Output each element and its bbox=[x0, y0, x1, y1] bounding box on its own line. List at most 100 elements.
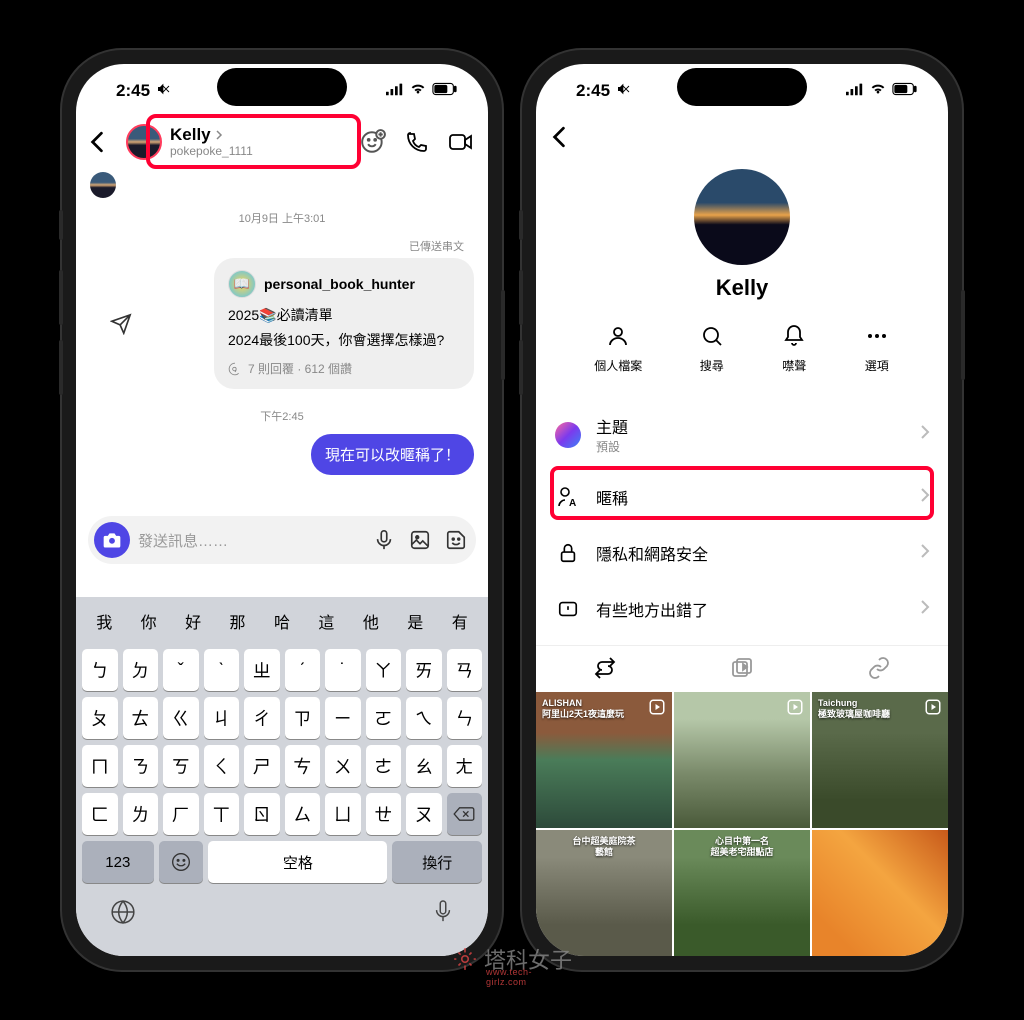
backspace-key[interactable] bbox=[447, 793, 483, 835]
suggestion[interactable]: 是 bbox=[393, 609, 437, 633]
media-label: ALISHAN 阿里山2天1夜這麼玩 bbox=[542, 698, 624, 720]
key[interactable]: ㄝ bbox=[366, 793, 402, 835]
suggestion[interactable]: 那 bbox=[215, 609, 259, 633]
key[interactable]: ㄆ bbox=[82, 697, 118, 739]
action-mute[interactable]: 噤聲 bbox=[781, 323, 807, 374]
key[interactable]: ㄗ bbox=[285, 697, 321, 739]
media-cell[interactable]: 心目中第一名 超美老宅甜點店 bbox=[674, 830, 810, 956]
list-item-theme[interactable]: 主題 預設 bbox=[536, 400, 948, 469]
key[interactable]: ㄑ bbox=[204, 745, 240, 787]
suggestion[interactable]: 好 bbox=[171, 609, 215, 633]
key[interactable]: ㄒ bbox=[204, 793, 240, 835]
dictation-icon[interactable] bbox=[432, 899, 454, 930]
emoji-key[interactable] bbox=[159, 841, 204, 883]
key[interactable]: ㄅ bbox=[82, 649, 118, 691]
media-cell[interactable]: 台中超美庭院茶藝館 bbox=[536, 830, 672, 956]
key[interactable]: ㄈ bbox=[82, 793, 118, 835]
dynamic-island bbox=[217, 68, 347, 106]
key[interactable]: ˋ bbox=[204, 649, 240, 691]
key[interactable]: ㄚ bbox=[366, 649, 402, 691]
call-icon[interactable] bbox=[404, 129, 430, 155]
image-icon[interactable] bbox=[408, 528, 432, 552]
tab-shared[interactable] bbox=[593, 656, 617, 680]
video-icon[interactable] bbox=[448, 129, 474, 155]
action-label: 選項 bbox=[865, 357, 889, 374]
key[interactable]: ㄐ bbox=[204, 697, 240, 739]
key[interactable]: ㄎ bbox=[163, 745, 199, 787]
key[interactable]: ㄘ bbox=[285, 745, 321, 787]
avatar bbox=[126, 124, 162, 160]
key[interactable]: ㄢ bbox=[447, 649, 483, 691]
media-tabs bbox=[536, 645, 948, 692]
key[interactable]: ˙ bbox=[325, 649, 361, 691]
wifi-icon bbox=[409, 81, 427, 101]
key[interactable]: ㄔ bbox=[244, 697, 280, 739]
sent-message[interactable]: 現在可以改暱稱了！ bbox=[311, 434, 474, 475]
shared-post[interactable]: 📖 personal_book_hunter 2025📚必讀清單 2024最後1… bbox=[214, 258, 474, 389]
action-options[interactable]: 選項 bbox=[864, 323, 890, 374]
camera-button[interactable] bbox=[94, 522, 130, 558]
key[interactable]: ㄠ bbox=[406, 745, 442, 787]
suggestion[interactable]: 有 bbox=[438, 609, 482, 633]
key[interactable]: ㄍ bbox=[163, 697, 199, 739]
key[interactable]: ㄉ bbox=[123, 649, 159, 691]
key[interactable]: ㄨ bbox=[325, 745, 361, 787]
media-cell[interactable]: ALISHAN 阿里山2天1夜這麼玩 bbox=[536, 692, 672, 828]
message-input[interactable]: 發送訊息…… bbox=[138, 530, 364, 551]
media-label: 心目中第一名 超美老宅甜點店 bbox=[710, 836, 773, 858]
key[interactable]: ㄞ bbox=[406, 649, 442, 691]
threads-icon bbox=[228, 362, 242, 376]
suggestion[interactable]: 哈 bbox=[260, 609, 304, 633]
sent-status: 已傳送串文 bbox=[100, 238, 464, 254]
key[interactable]: ㄊ bbox=[123, 697, 159, 739]
space-key[interactable]: 空格 bbox=[208, 841, 387, 883]
key[interactable]: ˊ bbox=[285, 649, 321, 691]
key[interactable]: ㄧ bbox=[325, 697, 361, 739]
return-key[interactable]: 換行 bbox=[392, 841, 482, 883]
reaction-icon[interactable] bbox=[360, 129, 386, 155]
number-key[interactable]: 123 bbox=[82, 841, 154, 883]
key[interactable]: ㄜ bbox=[366, 745, 402, 787]
suggestion[interactable]: 你 bbox=[126, 609, 170, 633]
tab-links[interactable] bbox=[867, 656, 891, 680]
avatar-tiny bbox=[90, 172, 116, 198]
key[interactable]: ㄇ bbox=[82, 745, 118, 787]
list-item-nickname[interactable]: A 暱稱 bbox=[536, 469, 948, 525]
key[interactable]: ˇ bbox=[163, 649, 199, 691]
key[interactable]: ㄓ bbox=[244, 649, 280, 691]
key[interactable]: ㄡ bbox=[406, 793, 442, 835]
profile-back[interactable] bbox=[536, 118, 948, 161]
media-cell[interactable] bbox=[674, 692, 810, 828]
lock-icon bbox=[554, 539, 582, 567]
list-item-privacy[interactable]: 隱私和網路安全 bbox=[536, 525, 948, 581]
media-grid: ALISHAN 阿里山2天1夜這麼玩 Taichung 極致玻璃屋咖啡廳 台中超… bbox=[536, 692, 948, 956]
key[interactable]: ㄤ bbox=[447, 745, 483, 787]
key[interactable]: ㄌ bbox=[123, 793, 159, 835]
action-search[interactable]: 搜尋 bbox=[699, 323, 725, 374]
suggestion[interactable]: 這 bbox=[304, 609, 348, 633]
media-cell[interactable] bbox=[812, 830, 948, 956]
key[interactable]: ㄟ bbox=[406, 697, 442, 739]
globe-icon[interactable] bbox=[110, 899, 136, 930]
chat-profile-header[interactable]: Kelly pokepoke_1111 bbox=[126, 124, 350, 160]
mic-icon[interactable] bbox=[372, 528, 396, 552]
tab-media[interactable] bbox=[730, 656, 754, 680]
list-item-report[interactable]: 有些地方出錯了 bbox=[536, 581, 948, 637]
key[interactable]: ㄏ bbox=[163, 793, 199, 835]
key[interactable]: ㄛ bbox=[366, 697, 402, 739]
back-button[interactable] bbox=[90, 131, 116, 153]
action-profile[interactable]: 個人檔案 bbox=[594, 323, 642, 374]
li-title: 有些地方出錯了 bbox=[596, 597, 906, 621]
profile-avatar[interactable] bbox=[694, 169, 790, 265]
media-cell[interactable]: Taichung 極致玻璃屋咖啡廳 bbox=[812, 692, 948, 828]
suggestion[interactable]: 我 bbox=[82, 609, 126, 633]
key[interactable]: ㄋ bbox=[123, 745, 159, 787]
key[interactable]: ㄖ bbox=[244, 793, 280, 835]
suggestion[interactable]: 他 bbox=[349, 609, 393, 633]
key[interactable]: ㄕ bbox=[244, 745, 280, 787]
sticker-icon[interactable] bbox=[444, 528, 468, 552]
key[interactable]: ㄙ bbox=[285, 793, 321, 835]
key[interactable]: ㄣ bbox=[447, 697, 483, 739]
forward-icon[interactable] bbox=[110, 313, 132, 340]
key[interactable]: ㄩ bbox=[325, 793, 361, 835]
